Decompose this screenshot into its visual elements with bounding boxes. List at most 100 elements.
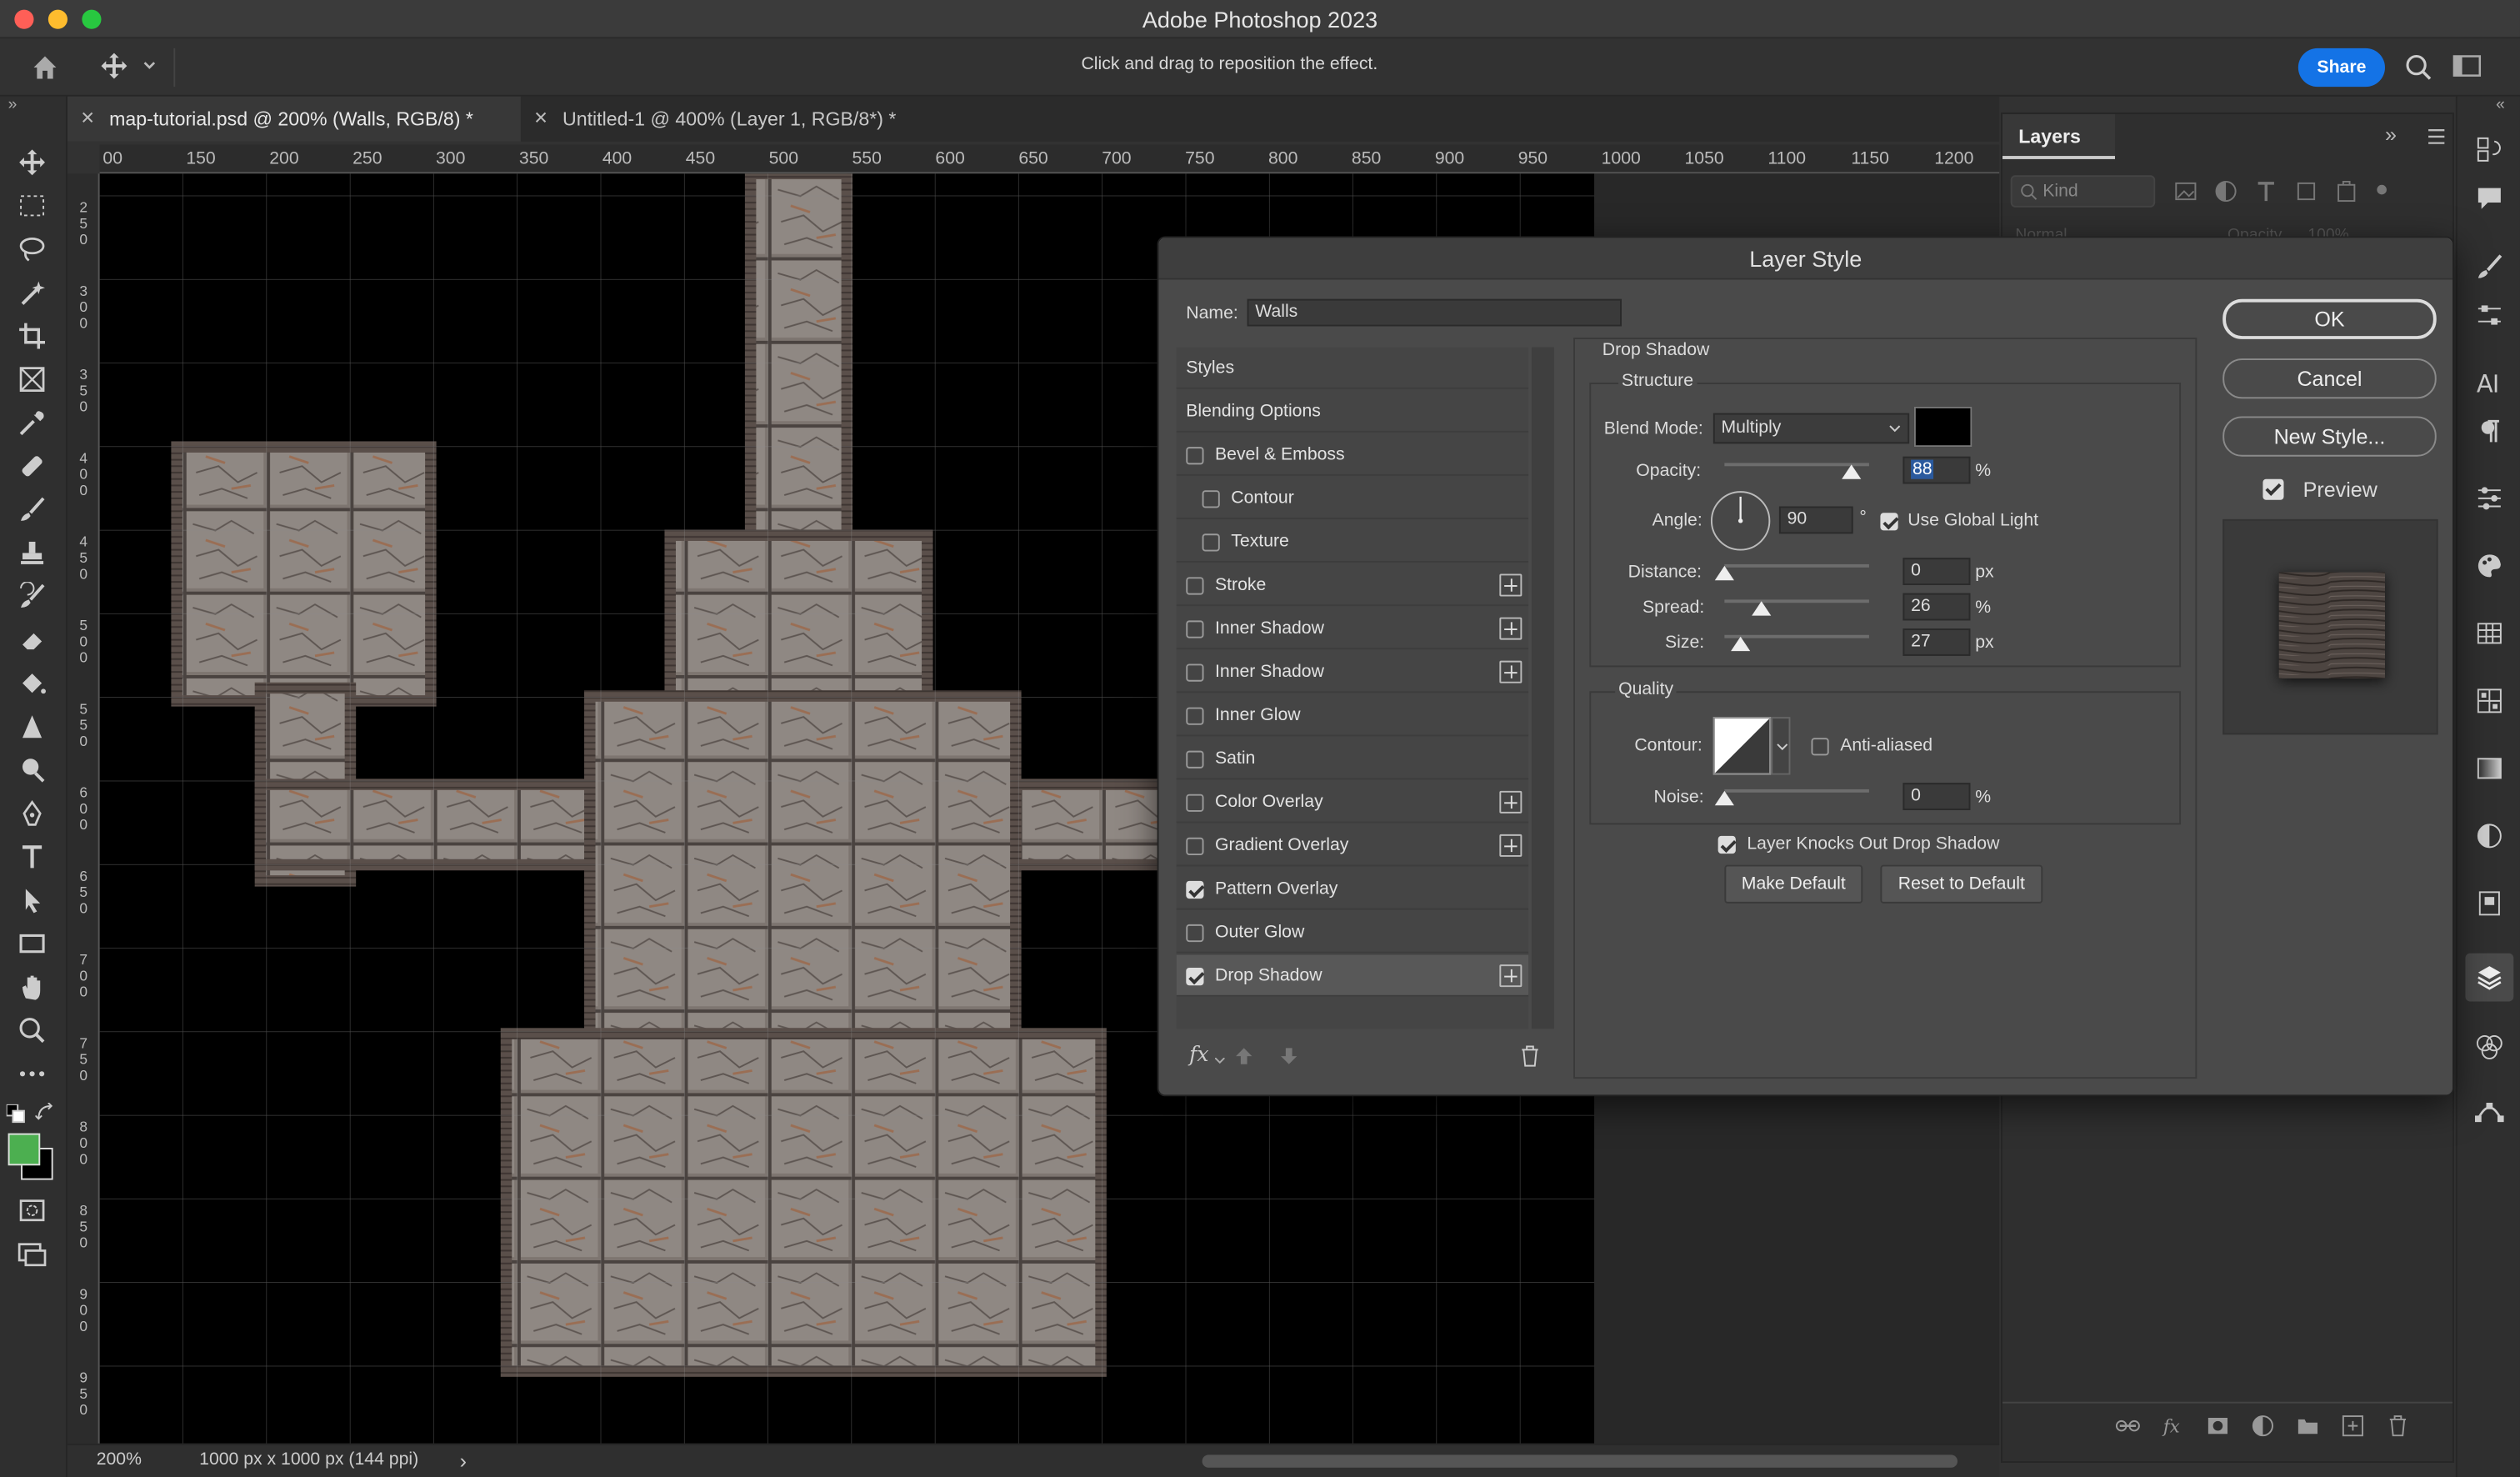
zoom-tool-icon[interactable]	[14, 1013, 49, 1048]
distance-slider[interactable]	[1724, 563, 1869, 568]
panel-menu-icon[interactable]	[2427, 128, 2446, 144]
style-checkbox[interactable]	[1186, 577, 1204, 595]
reset-to-default-button[interactable]: Reset to Default	[1880, 864, 2043, 904]
delete-layer-icon[interactable]	[2385, 1413, 2411, 1439]
ok-button[interactable]: OK	[2222, 298, 2437, 339]
style-checkbox[interactable]	[1186, 794, 1204, 812]
fx-icon[interactable]: fx	[2160, 1413, 2186, 1439]
noise-slider[interactable]	[1724, 789, 1869, 793]
style-row-bevel-emboss[interactable]: Bevel & Emboss	[1176, 434, 1529, 476]
dodge-tool-icon[interactable]	[14, 753, 49, 788]
style-row-blending-options[interactable]: Blending Options	[1176, 391, 1529, 433]
style-checkbox[interactable]	[1186, 663, 1204, 682]
add-effect-icon[interactable]	[1499, 834, 1522, 857]
stamp-tool-icon[interactable]	[14, 535, 49, 570]
layer-filter-select[interactable]: Kind	[2010, 175, 2156, 208]
history-icon[interactable]	[2472, 132, 2507, 167]
layer-name-input[interactable]: Walls	[1247, 298, 1622, 327]
paragraph-icon[interactable]	[2472, 413, 2507, 448]
shadow-color-swatch[interactable]	[1913, 406, 1972, 448]
paths-icon[interactable]	[2472, 1093, 2507, 1128]
contour-preview[interactable]	[1712, 717, 1772, 775]
new-group-icon[interactable]	[2295, 1413, 2321, 1439]
filter-toggle-icon[interactable]	[2373, 178, 2389, 204]
styles-list-scrollbar[interactable]	[1531, 347, 1554, 1029]
libraries-icon[interactable]	[2472, 886, 2507, 921]
swap-colors-icon[interactable]	[35, 1102, 54, 1122]
angle-input[interactable]: 90	[1778, 506, 1853, 534]
style-checkbox[interactable]	[1186, 924, 1204, 943]
opacity-input[interactable]: 88	[1902, 456, 1971, 484]
close-tab-icon[interactable]: ✕	[80, 97, 95, 142]
spread-slider-thumb[interactable]	[1752, 601, 1772, 616]
cancel-button[interactable]: Cancel	[2222, 358, 2437, 399]
path-selection-icon[interactable]	[14, 883, 49, 918]
zoom-level[interactable]: 200%	[97, 1450, 142, 1469]
frame-tool-icon[interactable]	[14, 362, 49, 397]
expand-dock-icon[interactable]: «	[2496, 97, 2505, 114]
fx-menu-icon[interactable]: fx	[1189, 1044, 1208, 1068]
style-row-pattern-overlay[interactable]: Pattern Overlay	[1176, 868, 1529, 910]
move-tool-icon[interactable]	[100, 52, 129, 81]
style-row-styles[interactable]: Styles	[1176, 348, 1529, 389]
move-up-icon[interactable]	[1234, 1046, 1253, 1065]
channels-icon[interactable]	[2472, 1029, 2507, 1064]
add-effect-icon[interactable]	[1499, 573, 1522, 597]
screen-mode-icon[interactable]	[14, 1236, 49, 1271]
style-checkbox[interactable]	[1186, 707, 1204, 725]
delete-effect-icon[interactable]	[1520, 1045, 1539, 1068]
history-brush-icon[interactable]	[14, 578, 49, 613]
collapse-panel-icon[interactable]: »	[2385, 123, 2397, 147]
knocks-out-checkbox[interactable]	[1718, 835, 1736, 854]
opacity-slider-thumb[interactable]	[1842, 464, 1862, 479]
style-row-stroke[interactable]: Stroke	[1176, 564, 1529, 607]
properties-icon[interactable]	[2472, 481, 2507, 516]
color-palette-icon[interactable]	[2472, 548, 2507, 583]
preview-checkbox[interactable]	[2262, 478, 2284, 500]
lasso-tool-icon[interactable]	[14, 232, 49, 267]
contour-dropdown[interactable]	[1771, 717, 1791, 775]
size-slider-thumb[interactable]	[1730, 636, 1750, 652]
pixel-filter-icon[interactable]	[2172, 178, 2198, 204]
use-global-light-checkbox[interactable]	[1880, 513, 1898, 531]
style-checkbox[interactable]	[1202, 490, 1220, 508]
eyedropper-icon[interactable]	[14, 405, 49, 440]
style-row-inner-shadow[interactable]: Inner Shadow	[1176, 608, 1529, 650]
gradients-icon[interactable]	[2472, 751, 2507, 786]
brush-tool-icon[interactable]	[14, 492, 49, 527]
eraser-icon[interactable]	[14, 622, 49, 657]
shape-filter-icon[interactable]	[2293, 178, 2319, 204]
spread-slider[interactable]	[1724, 599, 1869, 603]
style-row-contour[interactable]: Contour	[1176, 478, 1529, 519]
make-default-button[interactable]: Make Default	[1724, 864, 1863, 904]
more-tools-icon[interactable]	[14, 1056, 49, 1091]
add-effect-icon[interactable]	[1499, 964, 1522, 988]
style-checkbox[interactable]	[1186, 880, 1204, 899]
angle-dial[interactable]	[1710, 490, 1771, 551]
marquee-tool-icon[interactable]	[14, 188, 49, 223]
style-checkbox[interactable]	[1186, 447, 1204, 465]
rectangle-tool-icon[interactable]	[14, 926, 49, 961]
layers-panel-icon[interactable]	[2465, 953, 2514, 1002]
noise-input[interactable]: 0	[1902, 783, 1971, 810]
spread-input[interactable]: 26	[1902, 593, 1971, 621]
anti-aliased-checkbox[interactable]	[1811, 738, 1829, 756]
quick-mask-icon[interactable]	[14, 1193, 49, 1228]
adjustment-layer-icon[interactable]	[2250, 1413, 2276, 1439]
style-checkbox[interactable]	[1202, 533, 1220, 552]
layers-panel-tab[interactable]: Layers	[2002, 113, 2115, 159]
status-menu-arrow[interactable]: ›	[460, 1449, 467, 1473]
style-checkbox[interactable]	[1186, 750, 1204, 769]
smart-object-filter-icon[interactable]	[2333, 178, 2359, 204]
style-row-texture[interactable]: Texture	[1176, 521, 1529, 563]
size-input[interactable]: 27	[1902, 628, 1971, 656]
paint-bucket-icon[interactable]	[14, 665, 49, 700]
home-icon[interactable]	[29, 52, 62, 84]
move-tool-icon[interactable]	[14, 145, 49, 180]
distance-slider-thumb[interactable]	[1714, 565, 1734, 581]
add-effect-icon[interactable]	[1499, 660, 1522, 683]
distance-input[interactable]: 0	[1902, 558, 1971, 585]
type-filter-icon[interactable]	[2253, 178, 2279, 204]
pen-tool-icon[interactable]	[14, 796, 49, 831]
brush-settings-icon[interactable]	[2472, 249, 2507, 284]
